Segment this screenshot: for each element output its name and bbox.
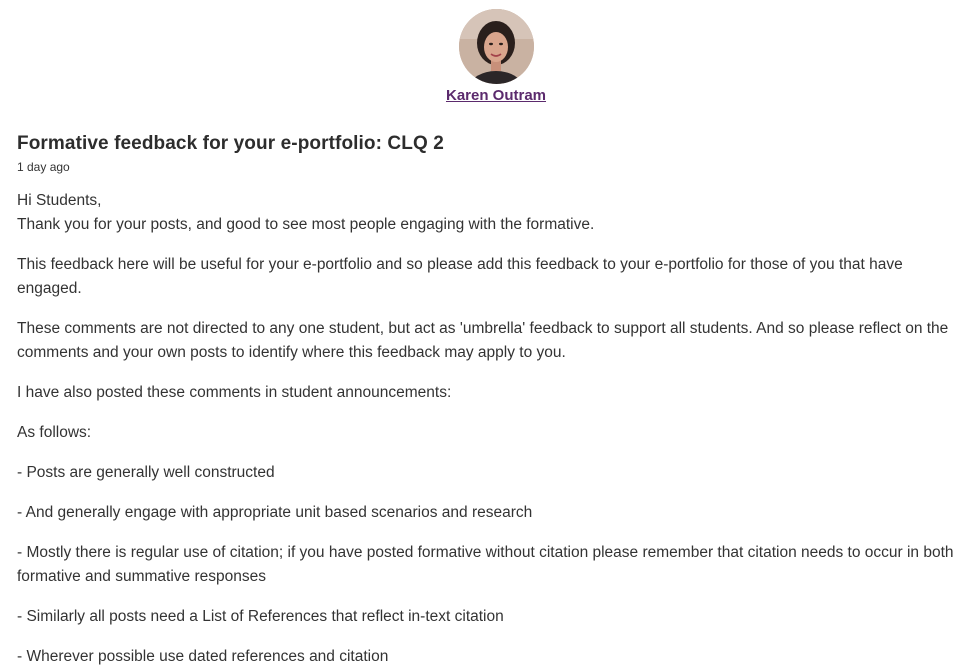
feedback-item: - Posts are generally well constructed [17,464,275,481]
post-body: Hi Students, Thank you for your posts, a… [17,189,962,669]
profile-photo-icon [458,9,534,84]
post-paragraph: These comments are not directed to any o… [17,320,949,361]
post-intro: Thank you for your posts, and good to se… [17,216,595,233]
feedback-item: - Mostly there is regular use of citatio… [17,544,954,585]
feedback-item: - Similarly all posts need a List of Ref… [17,608,504,625]
author-name-link[interactable]: Karen Outram [446,87,546,104]
post-greeting: Hi Students, [17,192,102,209]
post-paragraph: I have also posted these comments in stu… [17,384,452,401]
post-paragraph: As follows: [17,424,92,441]
feedback-item: - Wherever possible use dated references… [17,648,389,665]
feedback-item: - And generally engage with appropriate … [17,504,533,521]
avatar[interactable] [458,9,534,84]
post: Formative feedback for your e-portfolio:… [17,133,962,672]
post-opening: Hi Students, Thank you for your posts, a… [17,189,962,237]
author-block: Karen Outram [0,9,975,105]
post-paragraph: This feedback here will be useful for yo… [17,256,903,297]
post-title: Formative feedback for your e-portfolio:… [17,133,444,154]
post-timestamp: 1 day ago [17,160,70,174]
